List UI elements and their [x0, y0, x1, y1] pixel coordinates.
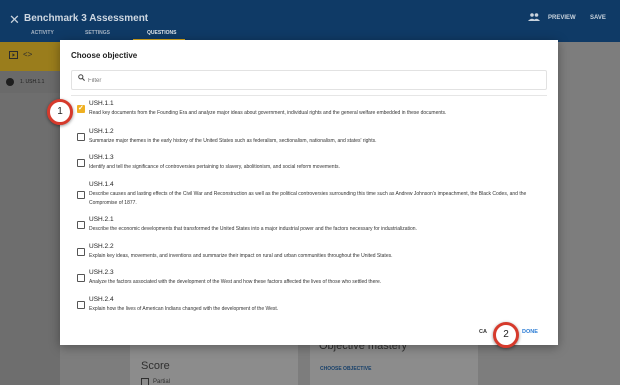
objective-code: USH.1.3	[89, 154, 114, 161]
tab-settings[interactable]: SETTINGS	[85, 30, 110, 36]
done-button[interactable]: DONE	[522, 329, 538, 335]
objective-checkbox[interactable]	[77, 104, 85, 113]
dialog-title: Choose objective	[71, 51, 138, 60]
objective-checkbox[interactable]	[77, 301, 85, 309]
partial-label: Partial	[153, 379, 171, 385]
save-button[interactable]: SAVE	[590, 15, 606, 21]
objective-code: USH.2.4	[89, 296, 114, 303]
objective-description: Explain how the lives of American Indian…	[89, 306, 279, 312]
app-header: ✕ Benchmark 3 Assessment PREVIEW SAVE AC…	[0, 0, 620, 42]
objective-checkbox[interactable]	[77, 274, 85, 282]
objective-code: USH.2.3	[89, 269, 114, 276]
tab-questions[interactable]: QUESTIONS	[147, 30, 176, 36]
people-icon[interactable]	[528, 13, 540, 24]
code-icon[interactable]: <>	[23, 50, 32, 59]
divider	[71, 95, 547, 96]
objective-checkbox[interactable]	[77, 159, 85, 167]
objective-checkbox[interactable]	[77, 221, 85, 229]
tab-activity[interactable]: ACTIVITY	[31, 30, 54, 36]
objective-checkbox[interactable]	[77, 191, 85, 199]
slideshow-icon[interactable]	[9, 51, 18, 61]
objective-description: Analyze the factors associated with the …	[89, 279, 382, 285]
objective-code: USH.1.1	[89, 100, 114, 107]
choose-objective-dialog: Choose objective USH.1.1 Read key docume…	[60, 40, 558, 345]
check-circle-icon	[6, 78, 14, 86]
question-sidebar: <> 1. USH.1.1	[0, 42, 60, 385]
filter-input[interactable]	[88, 75, 528, 86]
objective-code: USH.1.4	[89, 181, 114, 188]
callout-badge: 2	[493, 322, 519, 348]
partial-checkbox[interactable]	[141, 378, 149, 385]
objective-code: USH.1.2	[89, 128, 114, 135]
objective-description: Identify and tell the significance of co…	[89, 164, 340, 170]
score-title: Score	[141, 360, 170, 372]
objective-code: USH.2.1	[89, 216, 114, 223]
page-title: Benchmark 3 Assessment	[24, 13, 149, 24]
objective-code: USH.2.2	[89, 243, 114, 250]
objective-checkbox[interactable]	[77, 133, 85, 141]
callout-badge: 1	[47, 99, 73, 125]
search-icon	[78, 74, 85, 83]
cancel-button[interactable]: CA	[479, 329, 487, 335]
filter-box	[71, 70, 547, 90]
score-card: Score Partial	[130, 344, 298, 385]
objective-mastery-card: Objective mastery CHOOSE OBJECTIVE	[310, 340, 478, 385]
sidebar-item-ush-1-1[interactable]: 1. USH.1.1	[0, 71, 60, 93]
objective-checkbox[interactable]	[77, 248, 85, 256]
preview-button[interactable]: PREVIEW	[548, 15, 576, 21]
close-icon[interactable]: ✕	[9, 12, 20, 28]
choose-objective-link[interactable]: CHOOSE OBJECTIVE	[320, 366, 371, 372]
objective-description: Explain key ideas, movements, and invent…	[89, 253, 393, 259]
objective-description: Describe the economic developments that …	[89, 226, 417, 232]
objective-description: Summarize major themes in the early hist…	[89, 138, 377, 144]
objective-description: Describe causes and lasting effects of t…	[89, 191, 527, 206]
sidebar-toolbar: <>	[0, 42, 60, 71]
sidebar-item-label: 1. USH.1.1	[20, 79, 45, 85]
objective-description: Read key documents from the Founding Era…	[89, 110, 447, 116]
